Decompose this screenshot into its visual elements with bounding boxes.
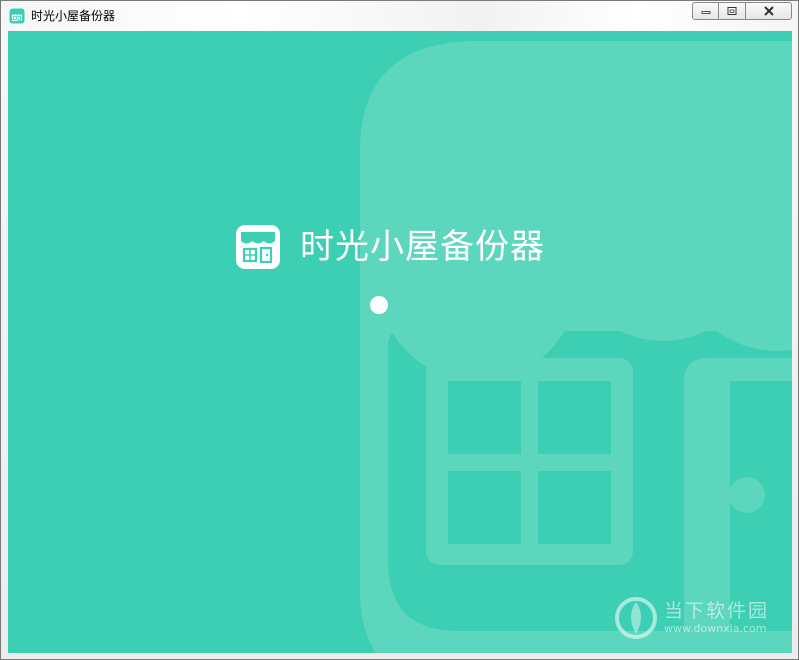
maximize-button[interactable] bbox=[719, 2, 746, 20]
maximize-icon bbox=[727, 7, 737, 15]
minimize-button[interactable] bbox=[692, 2, 719, 20]
loading-dot bbox=[370, 296, 388, 314]
app-shop-icon bbox=[9, 8, 25, 24]
watermark-url: www.downxia.com bbox=[664, 622, 767, 635]
splash-brand: 时光小屋备份器 bbox=[235, 224, 545, 270]
watermark: 当下软件园 www.downxia.com bbox=[614, 596, 769, 640]
watermark-name: 当下软件园 bbox=[664, 600, 770, 622]
title-bar[interactable]: 时光小屋备份器 bbox=[1, 1, 798, 31]
window-title: 时光小屋备份器 bbox=[31, 9, 116, 23]
watermark-logo-icon bbox=[615, 597, 657, 639]
shop-logo-icon bbox=[236, 225, 280, 269]
background-shop-illustration bbox=[360, 41, 792, 653]
close-button[interactable] bbox=[746, 2, 792, 20]
app-window: 时光小屋备份器 时光小屋备份器 当下软件园 www.downxia.com bbox=[0, 0, 799, 660]
caption-buttons bbox=[692, 2, 792, 20]
splash-content: 时光小屋备份器 当下软件园 www.downxia.com bbox=[8, 31, 792, 653]
close-icon bbox=[763, 6, 774, 16]
app-name: 时光小屋备份器 bbox=[300, 227, 545, 267]
minimize-icon bbox=[701, 11, 710, 14]
